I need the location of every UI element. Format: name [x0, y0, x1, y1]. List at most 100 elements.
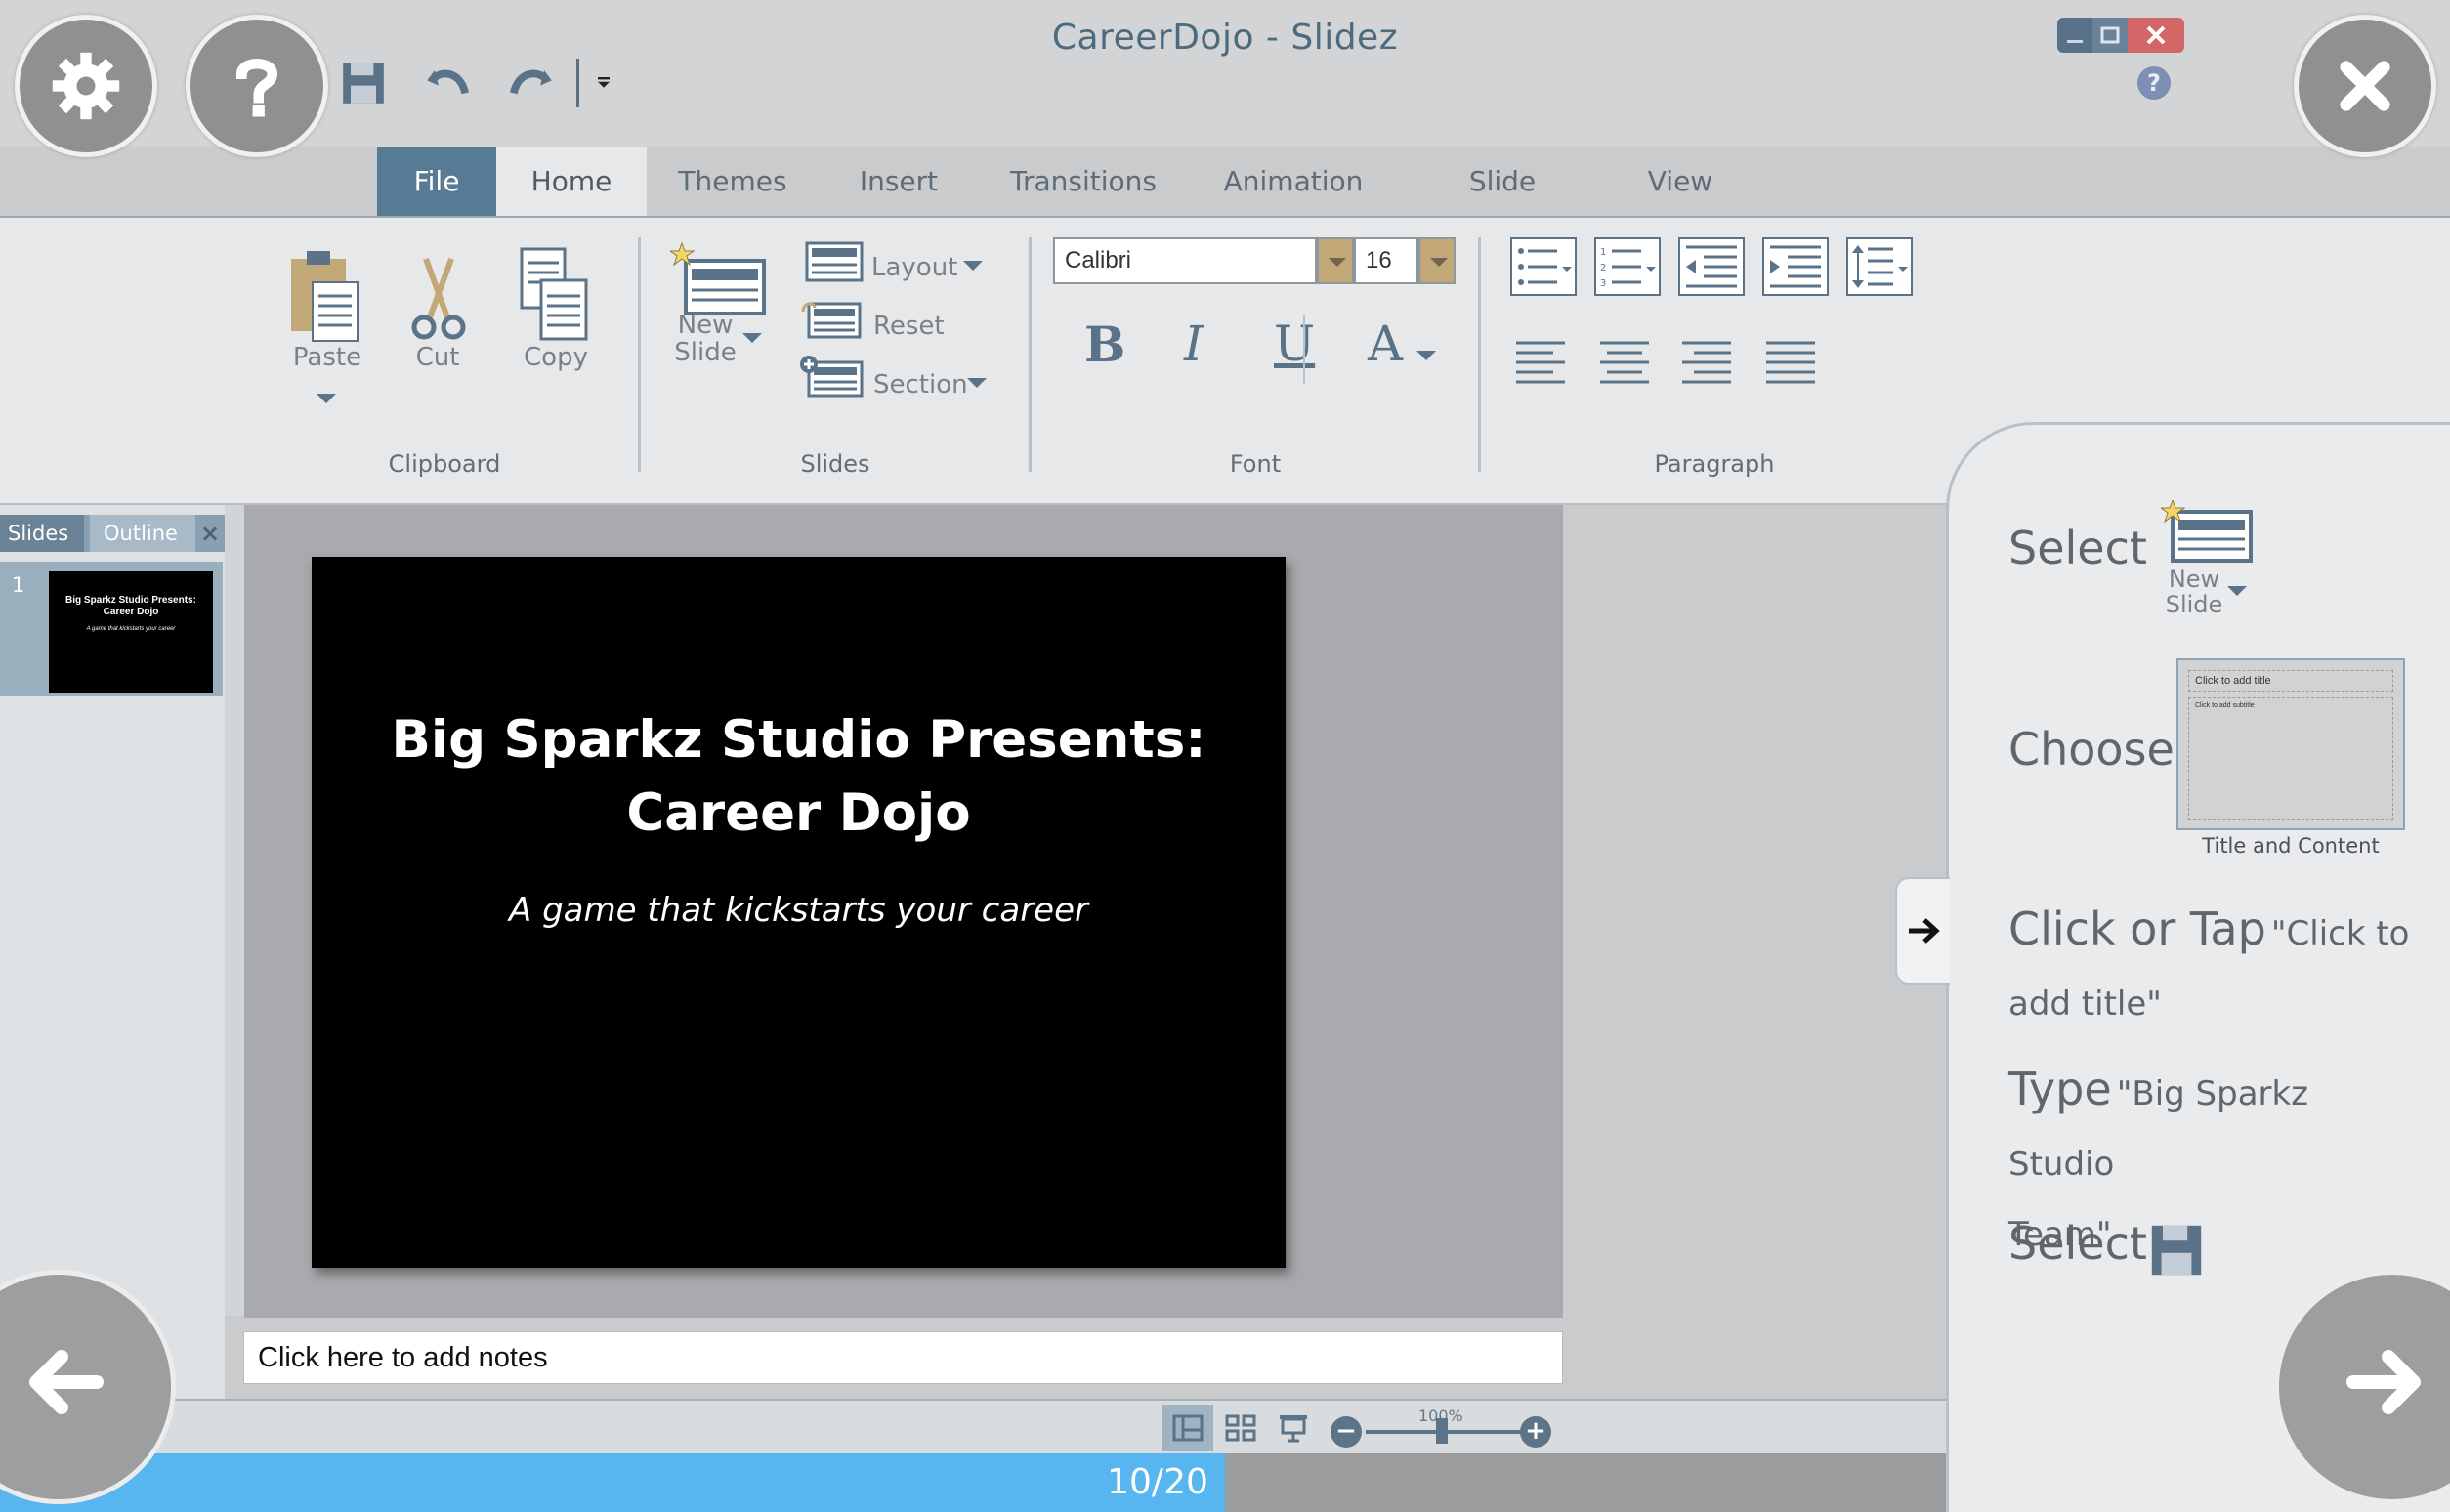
section-dropdown-caret[interactable] [967, 378, 987, 388]
line-spacing-button[interactable] [1846, 237, 1913, 300]
slide-title[interactable]: Big Sparkz Studio Presents: Career Dojo [312, 703, 1286, 850]
status-bar: 100% − + [0, 1399, 1954, 1453]
step1-icon-label: New Slide [2155, 567, 2233, 617]
group-separator [1029, 237, 1032, 472]
align-center-button[interactable] [1598, 339, 1651, 388]
bullets-button[interactable] [1510, 237, 1577, 300]
step5-verb: Select [2008, 1217, 2147, 1270]
new-slide-label-line1: New [677, 311, 734, 340]
presentation-icon [1280, 1415, 1307, 1443]
zoom-slider[interactable] [1366, 1430, 1532, 1434]
italic-button[interactable]: I [1184, 315, 1204, 372]
progress-counter: 10/20 [1107, 1462, 1208, 1502]
zoom-slider-handle[interactable] [1436, 1418, 1448, 1444]
decrease-indent-button[interactable] [1678, 237, 1745, 300]
font-name-select[interactable]: Calibri [1053, 237, 1317, 284]
redo-icon[interactable] [502, 54, 561, 112]
tab-insert[interactable]: Insert [846, 147, 951, 217]
font-size-dropdown[interactable] [1418, 237, 1456, 284]
layout-icon [805, 241, 864, 282]
question-icon [235, 59, 278, 117]
tab-animation[interactable]: Animation [1221, 147, 1366, 217]
new-slide-dropdown-caret[interactable] [742, 333, 762, 343]
exit-tutorial-button[interactable] [2294, 15, 2436, 157]
section-icon [800, 356, 864, 398]
step3-verb: Click or Tap [2008, 903, 2266, 955]
settings-button[interactable] [15, 15, 157, 157]
chevron-down-icon [1430, 258, 1448, 267]
copy-icon [520, 247, 588, 341]
save-icon[interactable] [334, 54, 393, 112]
tab-outline[interactable]: Outline [90, 515, 195, 552]
tab-view[interactable]: View [1641, 147, 1719, 217]
align-left-icon [1516, 341, 1565, 384]
maximize-button[interactable] [2092, 18, 2128, 53]
step1-verb: Select [2008, 522, 2147, 574]
arrow-left-icon [29, 1350, 104, 1414]
font-divider [1303, 315, 1305, 384]
zoom-in-button[interactable]: + [1520, 1416, 1551, 1448]
panel-close-icon[interactable]: × [195, 515, 225, 552]
clipboard-group-label: Clipboard [388, 450, 501, 478]
justify-button[interactable] [1764, 339, 1817, 388]
gear-icon [52, 52, 120, 120]
increase-indent-button[interactable] [1762, 237, 1829, 300]
paste-icon [291, 251, 359, 342]
slide-title-line1: Big Sparkz Studio Presents: [391, 710, 1206, 770]
layout-label: Layout [871, 253, 958, 282]
tab-slides[interactable]: Slides [0, 515, 84, 552]
undo-icon[interactable] [418, 54, 477, 112]
notes-field[interactable]: Click here to add notes [243, 1331, 1563, 1384]
window-controls [2057, 18, 2184, 53]
tab-file[interactable]: File [377, 147, 496, 217]
tab-home[interactable]: Home [496, 147, 647, 217]
layout-dropdown-caret[interactable] [963, 261, 983, 271]
layout-thumbnail-title-and-content: Click to add title Click to add subtitle [2176, 658, 2405, 830]
paste-dropdown-caret[interactable] [317, 394, 336, 403]
tab-themes[interactable]: Themes [674, 147, 791, 217]
align-right-button[interactable] [1680, 339, 1733, 388]
svg-text:1: 1 [1600, 247, 1606, 258]
save-icon [2151, 1225, 2202, 1276]
cut-label: Cut [415, 343, 460, 372]
help-icon[interactable]: ? [2137, 66, 2171, 100]
slide-thumbnail-row[interactable]: 1 Big Sparkz Studio Presents: Career Doj… [0, 562, 223, 696]
window-close-button[interactable] [2128, 18, 2184, 53]
font-size-select[interactable]: 16 [1354, 237, 1418, 284]
font-color-dropdown-caret[interactable] [1416, 351, 1436, 360]
numbered-list-icon: 1 2 3 [1594, 237, 1661, 296]
customize-toolbar-icon[interactable] [582, 54, 625, 112]
arrow-right-icon [1909, 918, 1940, 944]
reset-label: Reset [873, 312, 945, 341]
font-name-dropdown[interactable] [1317, 237, 1354, 284]
slides-group-label: Slides [800, 450, 870, 478]
normal-view-button[interactable] [1162, 1405, 1213, 1451]
panel-splitter[interactable] [225, 505, 244, 1316]
step2-verb: Choose [2008, 723, 2175, 776]
slide-canvas[interactable]: Big Sparkz Studio Presents: Career Dojo … [312, 557, 1286, 1268]
align-left-button[interactable] [1514, 339, 1567, 388]
slide-title-line2: Career Dojo [626, 783, 971, 843]
new-slide-icon [2161, 500, 2253, 563]
slide-subtitle[interactable]: A game that kickstarts your career [312, 891, 1286, 930]
thumbnail-title: Big Sparkz Studio Presents: Career Dojo [65, 595, 196, 617]
underline-button[interactable]: U [1274, 315, 1315, 372]
zoom-out-button[interactable]: − [1331, 1416, 1362, 1448]
slideshow-view-button[interactable] [1268, 1405, 1319, 1451]
slide-sorter-button[interactable] [1215, 1405, 1266, 1451]
tab-slide-show[interactable]: Slide Show [1428, 147, 1577, 268]
minimize-button[interactable] [2057, 18, 2092, 53]
paragraph-group-label: Paragraph [1654, 450, 1775, 478]
group-separator [638, 237, 641, 472]
tab-transitions[interactable]: Transitions [1002, 147, 1164, 217]
tutorial-help-button[interactable] [186, 15, 328, 157]
instructions-toggle-button[interactable] [1895, 877, 1950, 985]
thumbnail-subtitle: A game that kickstarts your career [86, 626, 176, 632]
paste-label: Paste [292, 343, 362, 372]
layout-title-placeholder: Click to add title [2188, 670, 2393, 692]
slide-thumbnail[interactable]: Big Sparkz Studio Presents: Career Dojo … [49, 571, 213, 693]
numbering-button[interactable]: 1 2 3 [1594, 237, 1661, 300]
close-icon [2340, 61, 2390, 111]
align-center-icon [1600, 341, 1649, 384]
bold-button[interactable]: B [1084, 315, 1125, 373]
